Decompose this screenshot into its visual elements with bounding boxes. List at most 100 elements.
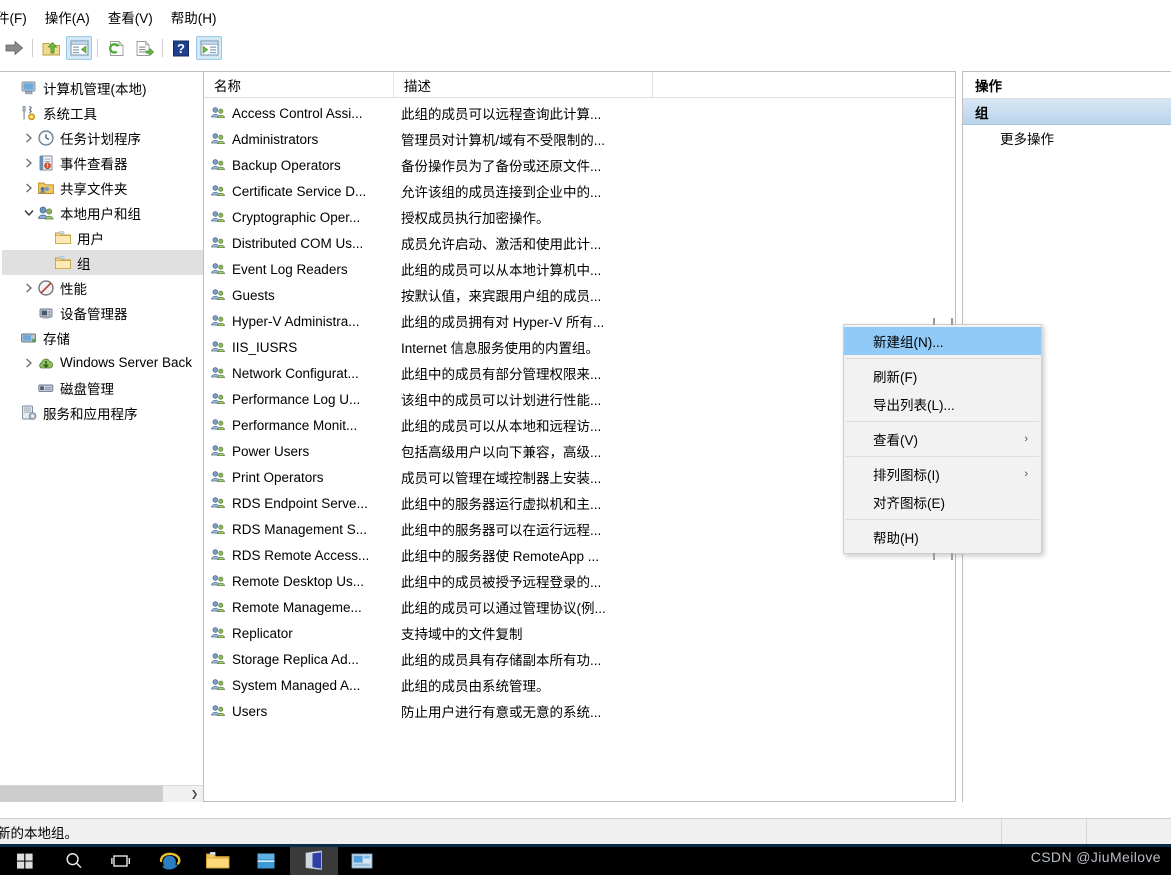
tree-item-shared-folders[interactable]: 共享文件夹 bbox=[2, 175, 203, 200]
svg-text:?: ? bbox=[177, 41, 185, 56]
ctx-export-list[interactable]: 导出列表(L)... bbox=[844, 390, 1041, 418]
table-row[interactable]: Event Log Readers 此组的成员可以从本地计算机中... bbox=[204, 256, 955, 282]
chevron-right-icon: › bbox=[1024, 433, 1028, 445]
cell-group-description: 此组的成员拥有对 Hyper-V 所有... bbox=[401, 315, 605, 330]
tree-item-storage[interactable]: 存储 bbox=[2, 325, 203, 350]
column-header-name[interactable]: 名称 bbox=[204, 72, 394, 97]
ctx-help[interactable]: 帮助(H) bbox=[844, 523, 1041, 551]
taskbar-task-view-button[interactable] bbox=[98, 847, 146, 875]
forward-button[interactable] bbox=[1, 36, 27, 60]
column-header-empty[interactable] bbox=[653, 72, 955, 97]
tree-item-device-manager[interactable]: 设备管理器 bbox=[2, 300, 203, 325]
folder-icon bbox=[54, 254, 72, 272]
menu-view[interactable]: 查看(V) bbox=[99, 4, 162, 30]
group-icon bbox=[210, 365, 227, 381]
context-menu-item-label: 导出列表(L)... bbox=[873, 398, 955, 413]
ctx-arrange-icons[interactable]: 排列图标(I) › bbox=[844, 460, 1041, 488]
tree-item-label: 性能 bbox=[60, 281, 87, 297]
group-icon bbox=[210, 495, 227, 511]
table-row[interactable]: Certificate Service D... 允许该组的成员连接到企业中的..… bbox=[204, 178, 955, 204]
scrollbar-thumb[interactable] bbox=[0, 786, 163, 802]
menu-file[interactable]: 件(F) bbox=[0, 4, 36, 30]
tree-item-system-tools[interactable]: 系统工具 bbox=[2, 100, 203, 125]
context-menu-grip-bottom bbox=[932, 553, 953, 560]
group-name-text: System Managed A... bbox=[232, 677, 361, 693]
menu-help[interactable]: 帮助(H) bbox=[162, 4, 226, 30]
show-tree-button[interactable] bbox=[66, 36, 92, 60]
tree-item-computer-management[interactable]: 计算机管理(本地) bbox=[2, 75, 203, 100]
chevron-right-icon[interactable] bbox=[21, 130, 37, 146]
group-name-text: Print Operators bbox=[232, 469, 324, 485]
taskbar-computer-management[interactable] bbox=[290, 847, 338, 875]
tree-item-users-folder[interactable]: 用户 bbox=[2, 225, 203, 250]
chevron-right-icon[interactable] bbox=[21, 280, 37, 296]
cell-group-description: 此组中的成员有部分管理权限来... bbox=[401, 367, 602, 382]
tree-item-groups-folder[interactable]: 组 bbox=[2, 250, 203, 275]
console-tree-pane[interactable]: 计算机管理(本地) 系统工具 任务计划程序! 事件查看器 共享文件夹 本地用户和组用户组性… bbox=[0, 71, 204, 802]
table-row[interactable]: Guests 按默认值，来宾跟用户组的成员... bbox=[204, 282, 955, 308]
cell-group-name: Distributed COM Us... bbox=[204, 235, 394, 251]
tree-item-event-viewer[interactable]: ! 事件查看器 bbox=[2, 150, 203, 175]
group-name-text: Administrators bbox=[232, 131, 319, 147]
tree-item-disk-management[interactable]: 磁盘管理 bbox=[2, 375, 203, 400]
actions-item-more-actions[interactable]: 更多操作 bbox=[963, 125, 1171, 151]
table-row[interactable]: Administrators 管理员对计算机/域有不受限制的... bbox=[204, 126, 955, 152]
tree-expander-placeholder bbox=[38, 230, 54, 246]
help-button[interactable]: ? bbox=[168, 36, 194, 60]
taskbar-server-manager[interactable] bbox=[338, 847, 386, 875]
ctx-align-icons[interactable]: 对齐图标(E) bbox=[844, 488, 1041, 516]
device-manager-icon bbox=[37, 304, 55, 322]
refresh-button[interactable] bbox=[103, 36, 129, 60]
cell-group-description: 此组的成员可以远程查询此计算... bbox=[401, 107, 602, 122]
column-header-description[interactable]: 描述 bbox=[394, 72, 653, 97]
show-action-pane-button[interactable] bbox=[196, 36, 222, 60]
chevron-right-icon[interactable] bbox=[21, 155, 37, 171]
toolbar: ? bbox=[0, 33, 1171, 63]
tree-item-task-scheduler[interactable]: 任务计划程序 bbox=[2, 125, 203, 150]
taskbar-internet-explorer[interactable] bbox=[146, 847, 194, 875]
taskbar-start-button[interactable] bbox=[0, 847, 50, 875]
tree-item-local-users-and-groups[interactable]: 本地用户和组 bbox=[2, 200, 203, 225]
tree-horizontal-scrollbar[interactable]: ❯ bbox=[0, 785, 203, 802]
cell-group-name: Event Log Readers bbox=[204, 261, 394, 277]
scroll-right-arrow[interactable]: ❯ bbox=[186, 786, 203, 802]
table-row[interactable]: Backup Operators 备份操作员为了备份或还原文件... bbox=[204, 152, 955, 178]
table-row[interactable]: Access Control Assi... 此组的成员可以远程查询此计算... bbox=[204, 100, 955, 126]
group-icon bbox=[210, 443, 227, 459]
table-row[interactable]: Remote Manageme... 此组的成员可以通过管理协议(例... bbox=[204, 594, 955, 620]
tree-item-performance[interactable]: 性能 bbox=[2, 275, 203, 300]
table-row[interactable]: Users 防止用户进行有意或无意的系统... bbox=[204, 698, 955, 724]
table-row[interactable]: Cryptographic Oper... 授权成员执行加密操作。 bbox=[204, 204, 955, 230]
scrollbar-track[interactable] bbox=[163, 786, 186, 802]
ctx-refresh[interactable]: 刷新(F) bbox=[844, 362, 1041, 390]
tree-expander-placeholder bbox=[38, 255, 54, 271]
ctx-view[interactable]: 查看(V) › bbox=[844, 425, 1041, 453]
table-row[interactable]: Replicator 支持域中的文件复制 bbox=[204, 620, 955, 646]
ctx-new-group[interactable]: 新建组(N)... bbox=[844, 327, 1041, 355]
table-row[interactable]: System Managed A... 此组的成员由系统管理。 bbox=[204, 672, 955, 698]
table-row[interactable]: Storage Replica Ad... 此组的成员具有存储副本所有功... bbox=[204, 646, 955, 672]
cell-group-name: Network Configurat... bbox=[204, 365, 394, 381]
export-list-button[interactable] bbox=[131, 36, 157, 60]
chevron-right-icon[interactable] bbox=[21, 180, 37, 196]
folder-up-button[interactable] bbox=[38, 36, 64, 60]
cell-group-name: RDS Management S... bbox=[204, 521, 394, 537]
group-icon bbox=[210, 105, 227, 121]
chevron-right-icon[interactable] bbox=[21, 355, 37, 371]
taskbar-store[interactable] bbox=[242, 847, 290, 875]
chevron-down-icon[interactable] bbox=[21, 205, 37, 221]
menu-action[interactable]: 操作(A) bbox=[36, 4, 99, 30]
table-row[interactable]: Distributed COM Us... 成员允许启动、激活和使用此计... bbox=[204, 230, 955, 256]
status-bar-cell-2 bbox=[1086, 819, 1171, 844]
group-icon bbox=[210, 703, 227, 719]
cell-group-name: RDS Remote Access... bbox=[204, 547, 394, 563]
tree-item-label: 计算机管理(本地) bbox=[43, 81, 147, 97]
tree-item-services-and-applications[interactable]: 服务和应用程序 bbox=[2, 400, 203, 425]
taskbar-search-button[interactable] bbox=[50, 847, 98, 875]
cell-group-name: Backup Operators bbox=[204, 157, 394, 173]
group-icon bbox=[210, 131, 227, 147]
tree-item-label: 用户 bbox=[77, 231, 104, 247]
table-row[interactable]: Remote Desktop Us... 此组中的成员被授予远程登录的... bbox=[204, 568, 955, 594]
taskbar-file-explorer[interactable] bbox=[194, 847, 242, 875]
tree-item-windows-server-backup[interactable]: Windows Server Back bbox=[2, 350, 203, 375]
